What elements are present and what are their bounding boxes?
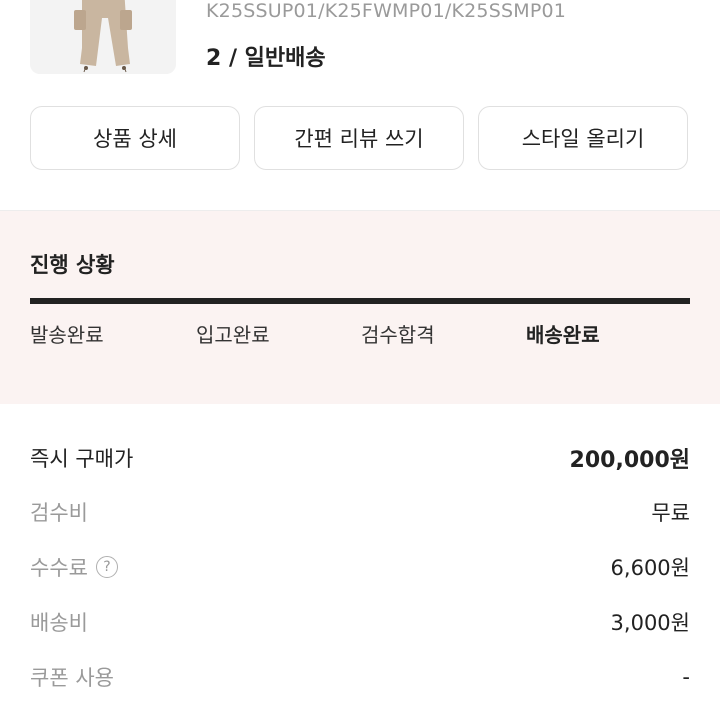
price-value: 200,000원 bbox=[569, 448, 690, 473]
step-inspection-passed: 검수합격 bbox=[361, 323, 435, 347]
step-delivered: 배송완료 bbox=[526, 323, 600, 347]
product-thumbnail[interactable] bbox=[30, 0, 176, 74]
price-value: 무료 bbox=[651, 501, 690, 525]
price-label: 배송비 bbox=[30, 611, 88, 635]
progress-section: 진행 상황 발송완료 입고완료 검수합격 배송완료 bbox=[0, 210, 720, 404]
price-label-with-help: 수수료 ? bbox=[30, 552, 118, 582]
product-option: 2 / 일반배송 bbox=[206, 46, 326, 71]
price-value: - bbox=[682, 665, 690, 689]
price-label-text: 수수료 bbox=[30, 556, 88, 580]
progress-bar-fill bbox=[30, 298, 690, 304]
product-code: K25SSUP01/K25FWMP01/K25SSMP01 bbox=[206, 0, 567, 22]
upload-style-button[interactable]: 스타일 올리기 bbox=[478, 106, 688, 170]
step-shipped: 발송완료 bbox=[30, 323, 104, 347]
price-value: 3,000원 bbox=[610, 611, 690, 635]
price-row-commission: 수수료 ? 6,600원 bbox=[30, 547, 690, 587]
cargo-pants-image bbox=[30, 0, 176, 74]
progress-title: 진행 상황 bbox=[30, 253, 115, 277]
step-received: 입고완료 bbox=[196, 323, 270, 347]
price-label: 검수비 bbox=[30, 501, 88, 525]
product-detail-button[interactable]: 상품 상세 bbox=[30, 106, 240, 170]
price-row-coupon: 쿠폰 사용 - bbox=[30, 657, 690, 697]
progress-bar bbox=[30, 298, 690, 304]
action-buttons: 상품 상세 간편 리뷰 쓰기 스타일 올리기 bbox=[30, 106, 690, 172]
price-row-shipping-fee: 배송비 3,000원 bbox=[30, 602, 690, 642]
question-circle-icon[interactable]: ? bbox=[95, 556, 118, 578]
price-row-instant-buy: 즉시 구매가 200,000원 bbox=[30, 438, 690, 478]
quick-review-button[interactable]: 간편 리뷰 쓰기 bbox=[254, 106, 464, 170]
price-label: 쿠폰 사용 bbox=[30, 666, 114, 690]
order-detail-page: K25SSUP01/K25FWMP01/K25SSMP01 2 / 일반배송 상… bbox=[0, 0, 720, 720]
price-row-inspection-fee: 검수비 무료 bbox=[30, 492, 690, 532]
price-value: 6,600원 bbox=[610, 556, 690, 580]
price-label: 즉시 구매가 bbox=[30, 447, 134, 471]
